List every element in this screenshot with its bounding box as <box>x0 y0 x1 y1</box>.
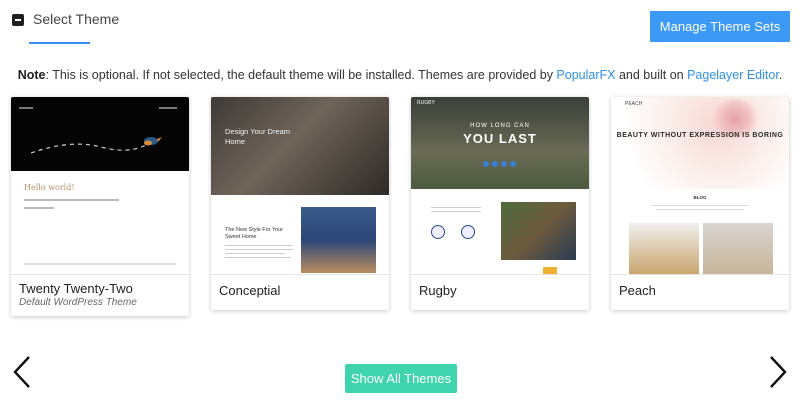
show-all-themes-button[interactable]: Show All Themes <box>345 364 457 393</box>
theme-name: Peach <box>619 283 656 298</box>
preview-headline: Hello world! <box>24 183 75 192</box>
theme-name: Conceptial <box>219 283 281 298</box>
note-label: Note <box>17 68 46 82</box>
preview-logo: PEACH <box>625 101 643 107</box>
preview-section-title: BLOG <box>693 195 707 200</box>
theme-card-rugby[interactable]: RUGBY HOW LONG CAN YOU LAST Rugby <box>411 97 589 310</box>
theme-preview-image: PEACH BEAUTY WITHOUT EXPRESSION IS BORIN… <box>611 97 789 275</box>
preview-logo: RUGBY <box>417 100 435 106</box>
note-text: Note: This is optional. If not selected,… <box>0 68 800 82</box>
theme-subtitle: Default WordPress Theme <box>19 297 137 308</box>
select-theme-tab[interactable]: Select Theme <box>33 11 119 27</box>
preview-headline: YOU LAST <box>463 131 537 146</box>
theme-name: Twenty Twenty-Two <box>19 281 133 296</box>
note-text-after: . <box>778 68 783 82</box>
theme-name: Rugby <box>419 283 457 298</box>
chevron-right-icon[interactable] <box>766 355 790 389</box>
preview-subhead: The New Style For Your Sweet Home <box>225 227 284 240</box>
theme-preview-image: Design Your Dream Home The New Style For… <box>211 97 389 275</box>
theme-preview-image: Hello world! <box>11 97 189 275</box>
chevron-left-icon[interactable] <box>10 355 34 389</box>
preview-kicker: HOW LONG CAN <box>470 123 530 129</box>
pagelayer-editor-link[interactable]: Pagelayer Editor <box>687 68 779 82</box>
collapse-icon[interactable] <box>12 14 24 26</box>
theme-card-conceptial[interactable]: Design Your Dream Home The New Style For… <box>211 97 389 310</box>
preview-headline: Design Your Dream Home <box>225 127 291 146</box>
manage-theme-sets-button[interactable]: Manage Theme Sets <box>650 11 790 42</box>
theme-card-peach[interactable]: PEACH BEAUTY WITHOUT EXPRESSION IS BORIN… <box>611 97 789 310</box>
preview-headline: BEAUTY WITHOUT EXPRESSION IS BORING <box>616 132 784 139</box>
popularfx-link[interactable]: PopularFX <box>556 68 615 82</box>
note-text-before: : This is optional. If not selected, the… <box>45 68 557 82</box>
theme-preview-image: RUGBY HOW LONG CAN YOU LAST <box>411 97 589 275</box>
theme-card-twenty-twenty-two[interactable]: Hello world! Twenty Twenty-Two Default W… <box>11 97 189 316</box>
active-tab-underline <box>29 42 90 44</box>
note-text-middle: and built on <box>615 68 688 82</box>
